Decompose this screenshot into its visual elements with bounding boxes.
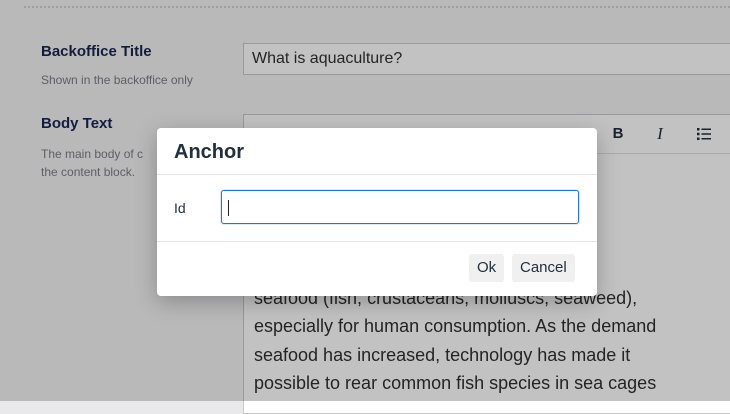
anchor-id-input[interactable] <box>221 190 579 224</box>
id-label: Id <box>174 200 186 216</box>
dialog-title: Anchor <box>174 141 244 163</box>
ok-button[interactable]: Ok <box>469 254 505 282</box>
text-caret <box>228 200 229 216</box>
anchor-dialog: Anchor Id Ok Cancel <box>157 128 597 296</box>
dialog-header: Anchor <box>157 128 597 175</box>
cancel-button[interactable]: Cancel <box>512 254 575 282</box>
